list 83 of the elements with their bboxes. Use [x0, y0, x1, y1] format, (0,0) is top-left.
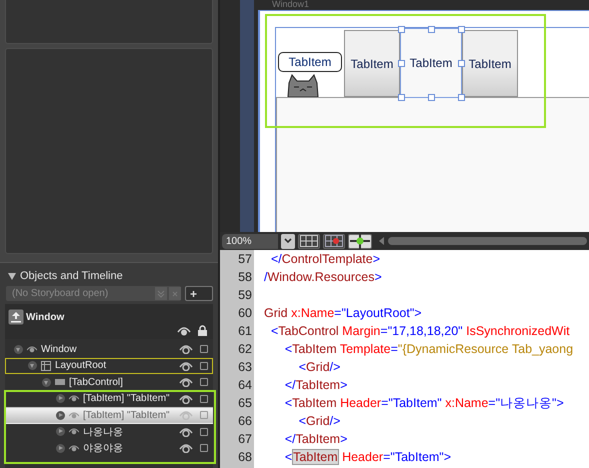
eye-icon[interactable] — [179, 426, 193, 437]
tree-row[interactable]: 나옹나옹 — [5, 424, 213, 440]
eye-icon[interactable] — [27, 346, 37, 353]
code-line: /Window.Resources> — [264, 270, 382, 284]
resize-handle[interactable] — [458, 60, 465, 67]
collapse-icon[interactable] — [14, 344, 23, 354]
eye-icon[interactable] — [179, 443, 193, 454]
tab[interactable]: TabItem — [276, 29, 344, 97]
resize-handle[interactable] — [458, 94, 465, 101]
scope-label: Window — [26, 312, 64, 322]
window-title: Window1 — [271, 0, 310, 10]
eye-icon[interactable] — [179, 377, 193, 388]
up-icon[interactable] — [8, 309, 24, 325]
line-number: 66 — [237, 413, 253, 430]
line-number: 63 — [237, 359, 253, 376]
resize-handle[interactable] — [428, 26, 435, 33]
add-button[interactable]: + — [185, 286, 213, 301]
eye-icon[interactable] — [69, 428, 79, 436]
line-number: 57 — [237, 251, 253, 268]
eye-icon[interactable] — [69, 395, 79, 402]
grid-icon[interactable] — [41, 360, 51, 371]
line-number: 64 — [237, 377, 253, 394]
line-number: 61 — [237, 323, 253, 340]
code-line: </ControlTemplate> — [270, 252, 380, 266]
code-line: <TabItem Header="TabItem" x:Name="나옹나옹"> — [284, 396, 564, 410]
code-line: <Grid/> — [298, 414, 340, 428]
line-number: 65 — [237, 395, 253, 412]
tree-label: 나옹나옹 — [83, 426, 123, 439]
code-line: <Grid/> — [298, 360, 340, 374]
eye-icon[interactable] — [179, 344, 193, 354]
rectangle-icon[interactable] — [55, 379, 65, 386]
tree-label: [TabControl] — [69, 376, 123, 388]
resize-handle[interactable] — [398, 26, 405, 33]
code-line: </TabItem> — [284, 432, 348, 446]
expand-icon[interactable] — [56, 427, 65, 436]
tab[interactable]: TabItem — [400, 28, 462, 98]
tab[interactable]: TabItem — [344, 30, 400, 97]
expand-icon[interactable] — [56, 394, 65, 404]
tree-row[interactable]: [TabControl] — [5, 374, 213, 390]
code-line: </TabItem> — [284, 378, 348, 392]
tree-row[interactable]: LayoutRoot — [5, 358, 213, 374]
tree-row[interactable]: Window — [5, 341, 213, 358]
resize-handle[interactable] — [428, 94, 435, 101]
line-number: 67 — [237, 431, 253, 448]
speech-bubble: TabItem — [278, 52, 342, 72]
resize-handle[interactable] — [398, 60, 405, 67]
grid-icon[interactable] — [298, 234, 320, 248]
line-number: 58 — [237, 269, 253, 286]
line-number: 62 — [237, 341, 253, 358]
eye-icon[interactable] — [69, 444, 79, 452]
line-number: 59 — [237, 287, 253, 304]
grid-snap-icon[interactable] — [323, 234, 345, 248]
tree-label: [TabItem] "TabItem" — [83, 393, 170, 404]
tab[interactable]: TabItem — [462, 30, 518, 97]
code-line: <TabItem Template="{DynamicResource Tab_yaong — [284, 342, 574, 356]
eye-icon[interactable] — [179, 394, 193, 404]
horizontal-scrollbar[interactable] — [379, 235, 587, 247]
tree-label: LayoutRoot — [55, 360, 106, 372]
panel-title: Objects and Timeline — [20, 270, 123, 282]
snap-icon[interactable] — [348, 234, 372, 248]
cat-drawing — [286, 74, 320, 97]
eye-icon[interactable] — [179, 360, 193, 371]
lock-icon[interactable] — [197, 325, 208, 336]
tree-label: 야옹야옹 — [83, 442, 123, 456]
code-line: <TabItem Header="TabItem"> — [284, 449, 452, 465]
tree-row[interactable]: [TabItem] "TabItem" — [5, 390, 213, 407]
tree-row[interactable]: 야옹야옹 — [5, 440, 213, 456]
code-line: Grid x:Name="LayoutRoot"> — [264, 306, 422, 320]
resize-handle[interactable] — [458, 26, 465, 33]
collapse-icon[interactable] — [42, 378, 51, 387]
tree-label: Window — [41, 344, 77, 355]
zoom-field[interactable]: 100% — [222, 234, 278, 248]
line-number: 68 — [237, 449, 253, 466]
code-line: <TabControl Margin="17,18,18,20" IsSynchronizedWit — [270, 324, 570, 338]
tree-label: [TabItem] "TabItem" — [83, 410, 170, 421]
eye-icon[interactable] — [177, 326, 191, 336]
expand-icon[interactable] — [56, 410, 65, 420]
line-number: 60 — [237, 305, 253, 322]
collapse-icon[interactable] — [28, 361, 37, 370]
expand-icon[interactable] — [56, 444, 65, 453]
tree-row[interactable]: [TabItem] "TabItem" — [5, 407, 213, 424]
caret-icon[interactable] — [281, 234, 295, 248]
resize-handle[interactable] — [398, 94, 405, 101]
